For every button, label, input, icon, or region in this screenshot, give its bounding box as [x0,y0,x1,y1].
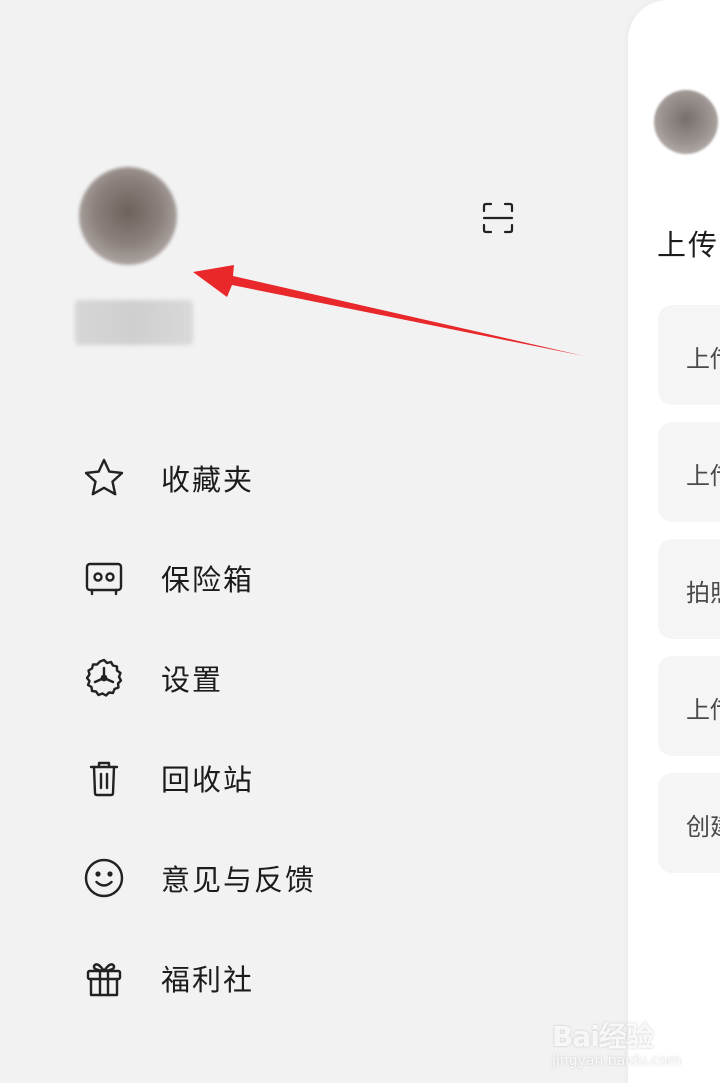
menu-label: 保险箱 [161,563,255,597]
gift-icon [82,956,126,1000]
star-icon [82,456,126,500]
menu-item-settings[interactable]: 设置 [0,628,628,728]
menu-item-favorites[interactable]: 收藏夹 [0,428,628,528]
menu-label: 收藏夹 [161,463,255,497]
username[interactable] [75,300,193,345]
baidu-watermark: Bai经验 jingyan.baidu.com [552,1015,712,1075]
panel-card-label: 拍照 [686,579,720,607]
menu-label: 福利社 [161,963,255,997]
safe-icon [82,556,126,600]
trash-icon [82,756,126,800]
panel-card-label: 上传 [686,696,720,724]
app-screen: 收藏夹 保险箱 设置 回收站 意见与反馈 福利社 上传 上 上 拍 上 创 Ba… [0,0,720,1083]
scan-button[interactable] [478,198,518,238]
panel-card-label: 上传 [686,345,720,373]
panel-title: 上传 [657,228,720,262]
menu-label: 意见与反馈 [161,863,317,897]
watermark-url: jingyan.baidu.com [552,1053,682,1069]
scan-icon [482,202,514,234]
panel-card-photo[interactable]: 拍照 [658,539,720,639]
user-avatar[interactable] [79,167,177,265]
watermark-brand: Bai经验 [552,1020,654,1053]
menu-item-benefits[interactable]: 福利社 [0,928,628,1028]
panel-avatar[interactable] [654,90,718,154]
smiley-icon [82,856,126,900]
panel-card-upload-3[interactable]: 上传 [658,656,720,756]
side-drawer: 收藏夹 保险箱 设置 回收站 意见与反馈 福利社 [0,0,628,1083]
main-panel-peek[interactable]: 上传 上传 上传 拍照 上传 创建 [628,0,720,1083]
panel-card-label: 创建 [686,813,720,841]
panel-card-upload-1[interactable]: 上传 [658,305,720,405]
menu-item-feedback[interactable]: 意见与反馈 [0,828,628,928]
menu-item-trash[interactable]: 回收站 [0,728,628,828]
menu-item-safe[interactable]: 保险箱 [0,528,628,628]
menu-label: 回收站 [161,763,255,797]
panel-card-label: 上传 [686,462,720,490]
gear-icon [82,656,126,700]
panel-card-upload-2[interactable]: 上传 [658,422,720,522]
panel-card-create[interactable]: 创建 [658,773,720,873]
menu-label: 设置 [161,663,224,697]
